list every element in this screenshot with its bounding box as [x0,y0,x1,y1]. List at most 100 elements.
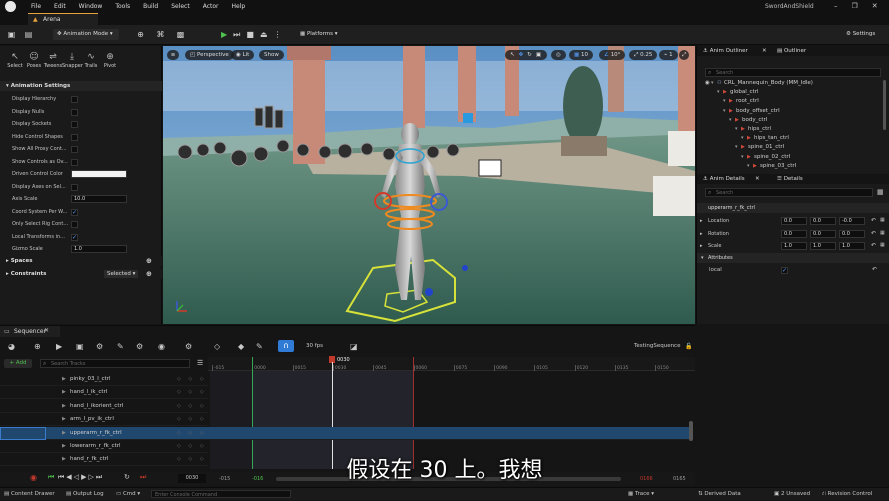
transform-value-field[interactable]: -0.0 [839,217,865,225]
track-row[interactable]: ▶ hand_l_ikorient_ctrl ◇ ◇ ◇ [0,400,208,413]
seq-settings-icon[interactable]: ⚙ [96,342,103,351]
menu-tools[interactable]: Tools [115,3,130,10]
constraints-selected-dropdown[interactable]: Selected ▾ [104,270,139,278]
content-browser-icon[interactable]: ▤ [24,30,33,39]
seq-filter-icon[interactable]: ⚙ [136,342,143,351]
menu-actor[interactable]: Actor [203,3,219,10]
transform-value-field[interactable]: 1.0 [839,242,865,250]
outliner-item[interactable]: ▾ ▶ root_ctrl [701,98,886,107]
level-tab[interactable]: ▲ Arena [28,13,98,25]
settings-dropdown[interactable]: ⚙ Settings [842,29,879,40]
add-space-icon[interactable]: ⊕ [146,256,152,266]
transform-value-field[interactable]: 1.0 [810,242,836,250]
sequence-name[interactable]: TestingSequence [634,343,680,349]
sequence-lock-icon[interactable]: 🔓 [685,343,692,350]
details-search[interactable]: ⌕ Search [705,188,873,197]
track-expand-icon[interactable]: ▶ [62,386,66,399]
stop-icon[interactable]: ■ [246,30,254,40]
reset-icon[interactable]: ↶ [871,217,876,224]
blueprint-icon[interactable]: ⌘ [156,30,165,39]
tool-trails[interactable]: ∿ Trails [81,51,101,69]
sequencer-tab[interactable]: ▭ Sequencer ✕ [0,326,60,337]
lit-button[interactable]: ◉ Lit [231,50,255,60]
expand-arrow-icon[interactable]: ▾ [741,154,744,160]
platforms-dropdown[interactable]: ▦ Platforms ▾ [296,29,342,40]
maximize-icon[interactable]: ❐ [852,2,858,10]
setting-checkbox[interactable] [71,121,78,128]
track-expand-icon[interactable]: ▶ [62,413,66,426]
grid-snap-toggle[interactable]: ▦ 10 [569,50,593,60]
tool-snapper[interactable]: ⤓ Snapper [62,51,83,69]
outliner-item[interactable]: ▾ ▶ body_ctrl [701,117,886,126]
quick-add-icon[interactable]: ⊕ [136,30,145,39]
transform-value-field[interactable]: 1.0 [781,242,807,250]
setting-value-field[interactable]: 10.0 [71,195,127,203]
spaces-header[interactable]: ▸ Spaces ⊕ [0,256,162,266]
outliner-scrollbar[interactable] [883,80,886,130]
setting-checkbox[interactable] [71,108,78,116]
expand-arrow-icon[interactable]: ▸ [700,243,703,249]
track-key-buttons[interactable]: ◇ ◇ ◇ [177,373,207,386]
tool-select[interactable]: ↖ Select [5,51,25,69]
seq-view-icon[interactable]: ◉ [158,342,165,351]
add-constraint-icon[interactable]: ⊕ [146,269,152,279]
snap-magnet-icon[interactable]: ∩ [278,340,294,352]
menu-file[interactable]: File [31,3,41,10]
seq-lock-icon[interactable]: ⚙ [185,342,192,351]
track-row[interactable]: ▶ arm_l_pv_ik_ctrl ◇ ◇ ◇ [0,413,208,427]
content-drawer-button[interactable]: ▤ Content Drawer [4,488,55,500]
outliner-item[interactable]: ▾ ▶ spine_03_ctrl [701,163,886,172]
visibility-eye-icon[interactable]: ◉ [705,80,710,86]
setting-checkbox[interactable] [71,146,78,153]
seq-world-icon[interactable]: ⊕ [34,342,41,351]
scale-snap-toggle[interactable]: ⤢ 0.25 [629,50,658,60]
save-icon[interactable]: ▣ [7,30,16,39]
transform-value-field[interactable]: 0.0 [781,217,807,225]
tool-pivot[interactable]: ⊕ Pivot [100,51,120,69]
expand-arrow-icon[interactable]: ▾ [747,163,750,169]
menu-select[interactable]: Select [171,3,190,10]
outliner-item[interactable]: ▾ ▶ hips_ctrl [701,126,886,135]
show-button[interactable]: Show [259,50,284,60]
level-viewport[interactable]: ≡ ◰ Perspective ◉ Lit Show ↖ ✥ ↻ ▣ ◎ ▦ 1… [163,46,695,324]
tab-details[interactable]: ☰ Details [777,174,803,184]
outliner-item[interactable]: ▾ ▶ global_ctrl [701,89,886,98]
tool-tweens[interactable]: ⇌ Tweens [43,51,63,69]
outliner-item[interactable]: ▾ ▶ spine_02_ctrl [701,154,886,163]
unreal-logo-icon[interactable] [5,1,16,12]
track-expand-icon[interactable]: ▶ [62,427,66,440]
seq-camera-icon[interactable]: ▣ [76,342,84,351]
play-options-icon[interactable]: ⋮ [273,30,281,40]
driven-color-swatch[interactable] [71,170,127,178]
menu-edit[interactable]: Edit [54,3,66,10]
trace-button[interactable]: ▦ Trace ▾ [628,488,654,500]
setting-checkbox[interactable] [71,221,78,228]
setting-value-field[interactable]: 1.0 [71,245,127,253]
coord-space-icon[interactable]: ◎ [551,50,566,60]
setting-checkbox[interactable] [71,207,78,219]
seq-key-tools-icon[interactable]: ✎ [117,342,124,351]
tab-outliner[interactable]: ▤ Outliner [777,46,806,56]
outliner-item[interactable]: ▾ ▶ body_offset_ctrl [701,108,886,117]
viewport-menu-button[interactable]: ≡ [167,50,179,60]
track-row[interactable]: ▶ upperarm_r_fk_ctrl ◇ ◇ ◇ [0,426,693,440]
revision-control-button[interactable]: ⛙ Revision Control [822,488,872,500]
rotate-icon[interactable]: ↻ [527,50,532,60]
setting-checkbox[interactable] [71,232,78,244]
track-row[interactable]: ▶ pinky_03_l_ctrl ◇ ◇ ◇ [0,373,208,386]
fps-dropdown[interactable]: 30 fps [306,343,323,349]
seq-paint-icon[interactable]: ✎ [256,342,263,351]
setting-checkbox[interactable] [71,96,78,103]
eject-icon[interactable]: ⏏ [260,30,268,40]
reset-attribute-icon[interactable]: ↶ [872,266,877,273]
cinematics-icon[interactable]: ▩ [176,30,185,39]
transform-value-field[interactable]: 0.0 [810,217,836,225]
attributes-header[interactable]: ▾ Attributes [697,253,889,263]
transform-options-icon[interactable]: ▦ [880,217,885,223]
expand-arrow-icon[interactable]: ▸ [700,218,703,224]
outliner-item[interactable]: ▾ ▶ hips_tan_ctrl [701,135,886,144]
rotation-snap-toggle[interactable]: ∠ 10° [599,50,626,60]
outliner-item[interactable]: ◉ ▾ ⚇ CRL_Mannequin_Body (MM_Idle) [701,80,886,89]
expand-arrow-icon[interactable]: ▾ [741,135,744,141]
seq-key-icon[interactable]: ◇ [214,342,220,351]
